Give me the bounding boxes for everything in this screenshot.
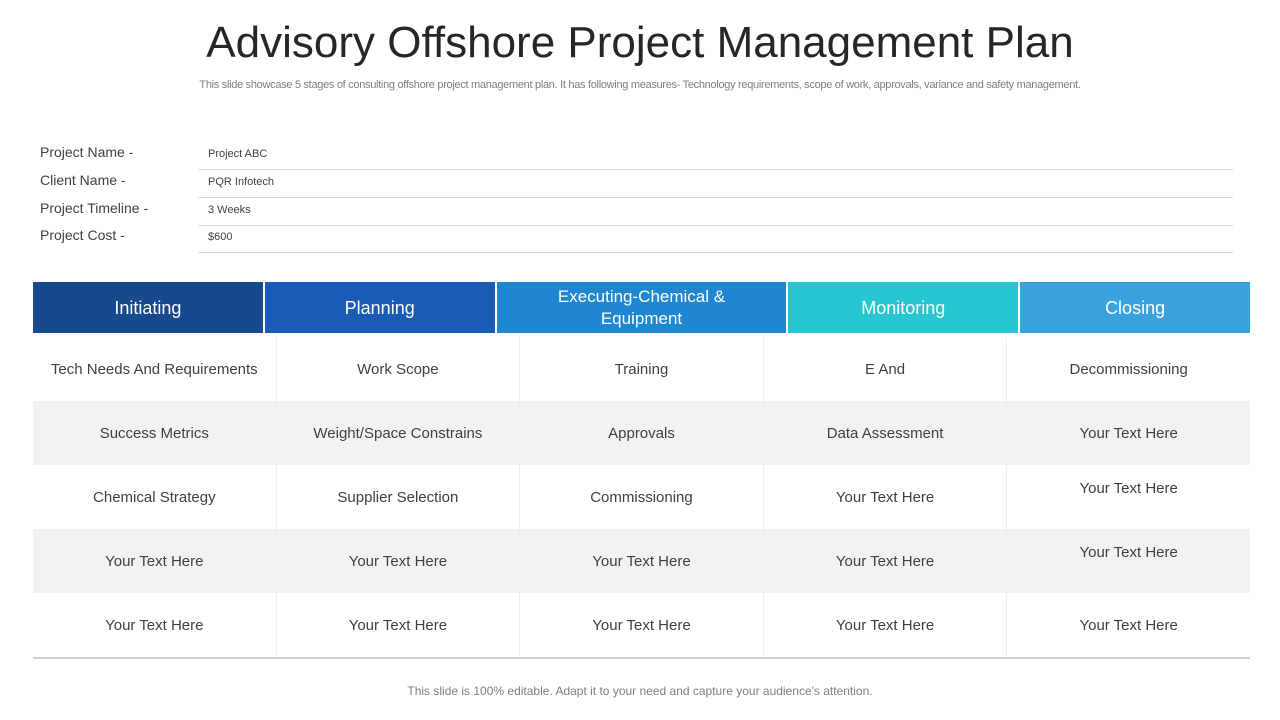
table-cell: Your Text Here [764, 465, 1008, 529]
table-cell: Your Text Here [33, 593, 277, 657]
table-cell: Chemical Strategy [33, 465, 277, 529]
info-value: Project ABC [208, 148, 268, 160]
info-label: Project Timeline - [40, 199, 149, 216]
info-row: Project Cost - $600 [40, 227, 1233, 255]
table-cell: Decommissioning [1069, 360, 1188, 378]
table-cell: Your Text Here [1079, 616, 1178, 634]
stages-table: Initiating Planning Executing-Chemical & E… [33, 282, 1250, 659]
table-cell: E And [764, 337, 1008, 401]
table-cell: Your Text Here [764, 593, 1008, 657]
info-label: Project Name - [40, 144, 134, 160]
table-cell: Tech Needs And Requirements [33, 337, 277, 401]
page-title: Advisory Offshore Project Management Pla… [206, 18, 1074, 67]
column-header: Executing-Chemical & Equipment [496, 282, 787, 333]
table-cell: Supplier Selection [277, 465, 521, 529]
table-cell: Data Assessment [764, 401, 1008, 465]
info-row: Client Name - PQR Infotech [40, 172, 1233, 200]
table-cell: Your Text Here [1079, 543, 1178, 561]
info-underline [198, 252, 1233, 254]
table-body: Tech Needs And Requirements Work Scope Tra… [33, 337, 1250, 657]
info-label: Client Name - [40, 171, 126, 188]
table-cell: Your Text Here [33, 529, 277, 593]
table-cell: Your Text Here [277, 529, 521, 593]
table-row: Success Metrics Weight/Space Constrains Ap… [33, 401, 1250, 465]
table-cell: Your Text Here [1079, 424, 1178, 442]
table-bottom-line [33, 657, 1250, 659]
table-cell: Your Text Here [1079, 479, 1178, 497]
table-row: Your Text Here Your Text Here Your Text He… [33, 529, 1250, 593]
column-header: Monitoring [788, 282, 1019, 333]
table-row: Tech Needs And Requirements Work Scope Tra… [33, 337, 1250, 401]
table-cell: Approvals [520, 401, 764, 465]
info-underline [198, 196, 1233, 198]
table-cell: Your Text Here [520, 529, 764, 593]
table-cell: Your Text Here [764, 529, 1008, 593]
info-value: $600 [208, 231, 233, 244]
info-label: Project Cost - [40, 227, 125, 244]
info-value: PQR Infotech [208, 175, 275, 188]
info-underline [198, 169, 1233, 170]
column-header: Closing [1020, 282, 1250, 333]
table-cell: Your Text Here [520, 593, 764, 657]
table-cell: Your Text Here [277, 593, 521, 657]
table-cell: Commissioning [520, 465, 764, 529]
table-cell: Training [520, 337, 764, 401]
info-row: Project Timeline - 3 Weeks [40, 200, 1233, 228]
table-cell: Success Metrics [33, 401, 277, 465]
table-row: Your Text Here Your Text Here Your Text He… [33, 593, 1250, 657]
footer-note: This slide is 100% editable. Adapt it to… [407, 684, 873, 698]
info-underline [198, 224, 1233, 226]
table-header: Initiating Planning Executing-Chemical & E… [33, 282, 1250, 333]
column-header: Planning [264, 282, 495, 333]
info-value: 3 Weeks [208, 203, 251, 216]
column-header: Initiating [33, 282, 263, 333]
table-cell: Work Scope [277, 337, 521, 401]
info-row: Project Name - Project ABC [40, 144, 1233, 172]
table-cell: Weight/Space Constrains [277, 401, 521, 465]
table-row: Chemical Strategy Supplier Selection Commi… [33, 465, 1250, 529]
page-subtitle: This slide showcase 5 stages of consulti… [199, 79, 1081, 91]
